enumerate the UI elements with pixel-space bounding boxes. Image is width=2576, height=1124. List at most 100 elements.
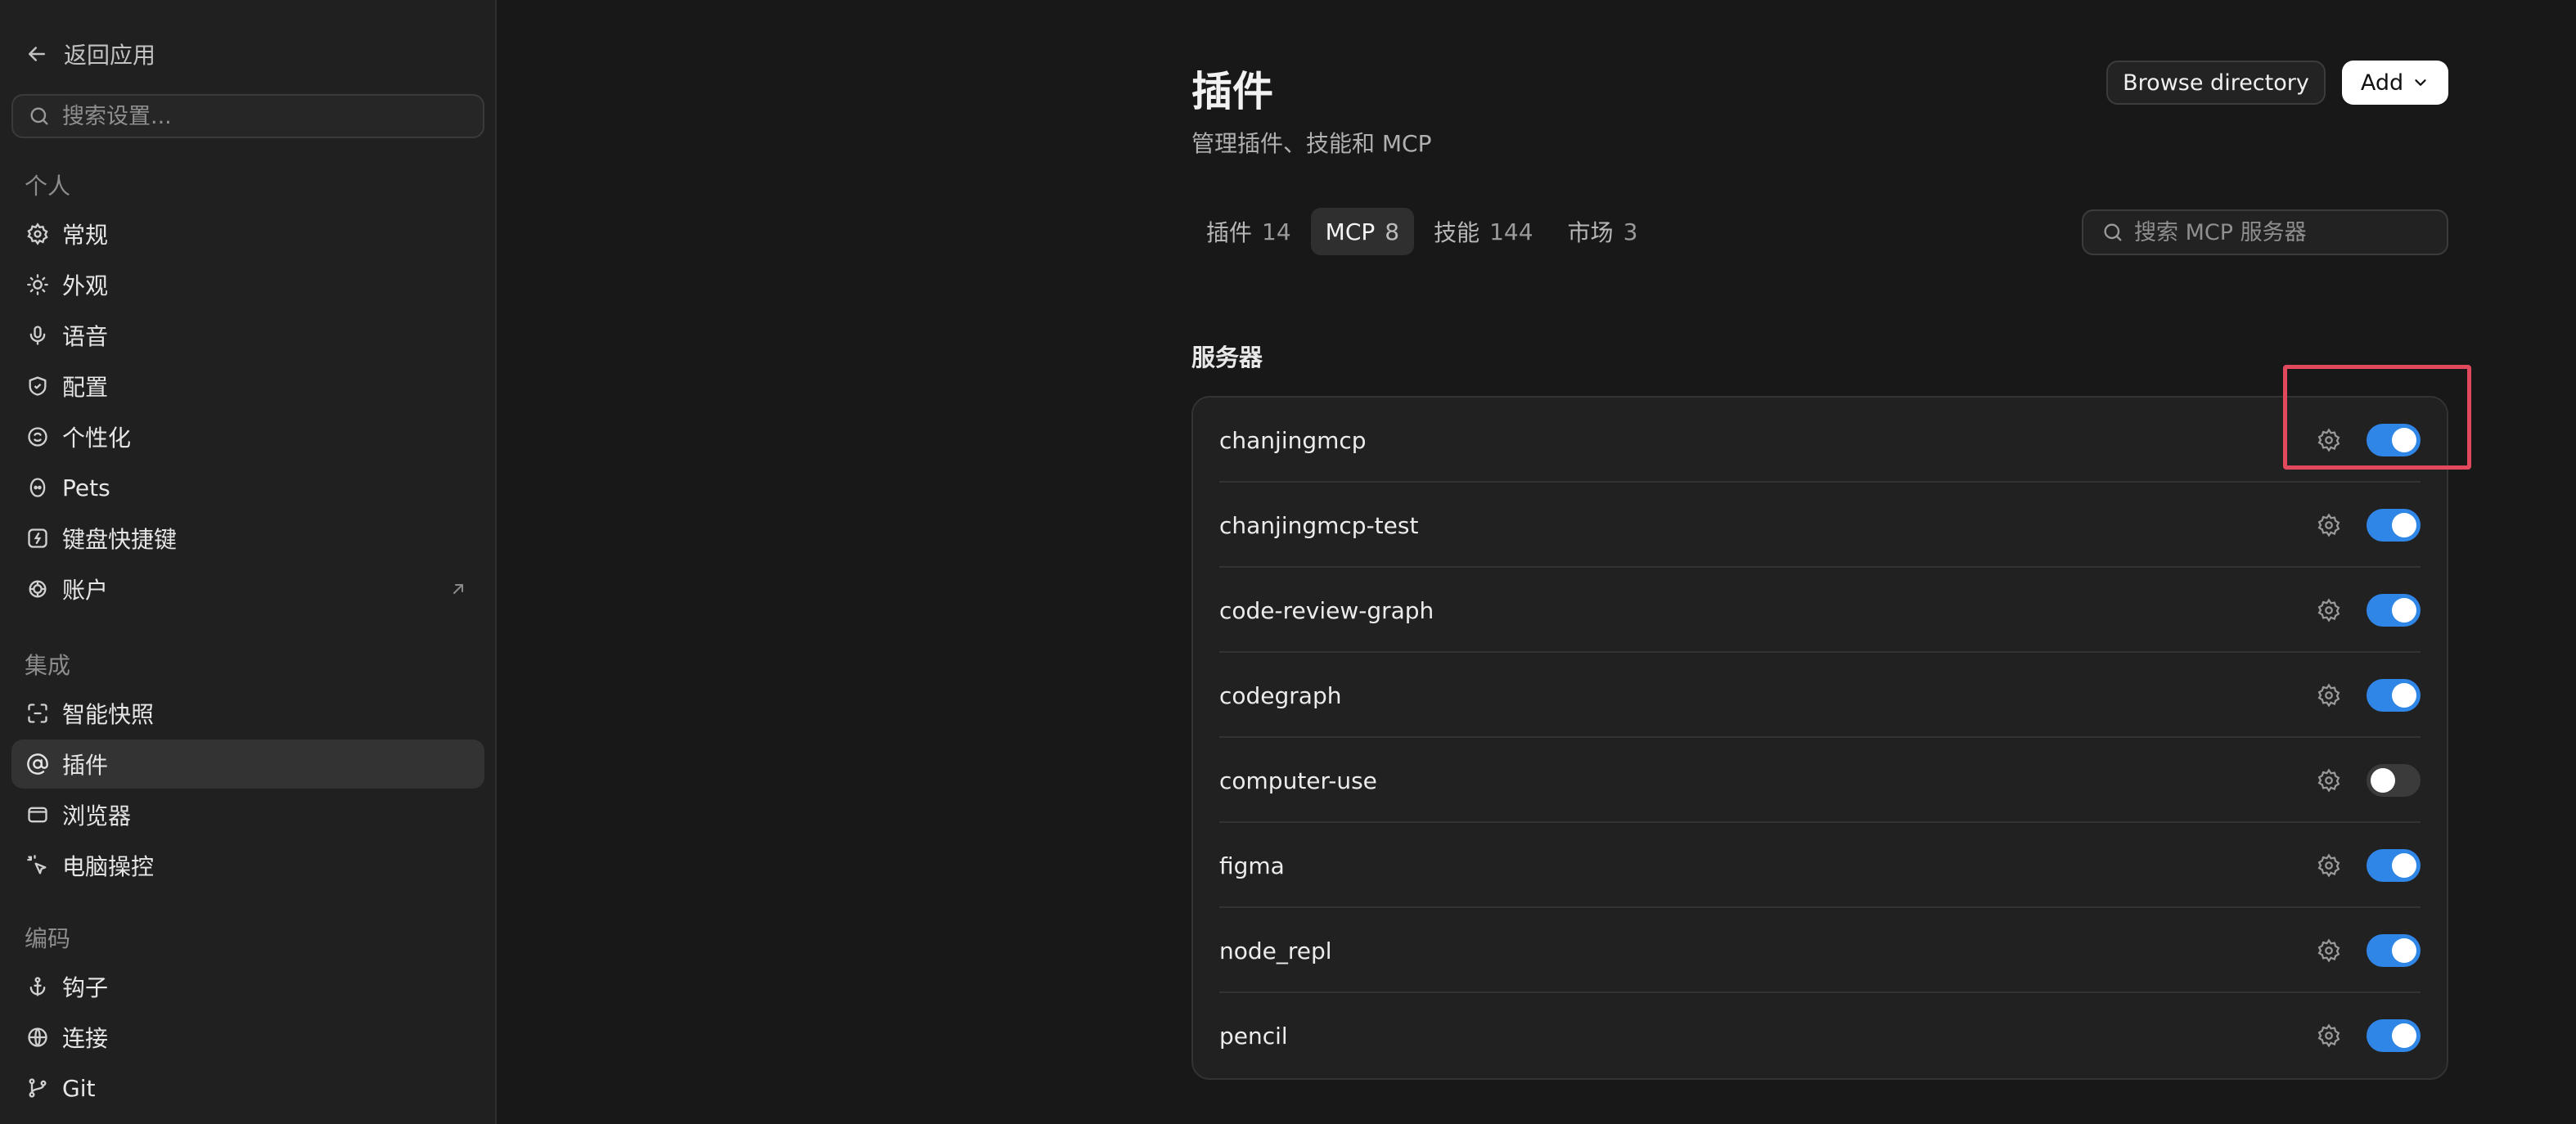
sidebar-item-browser[interactable]: 浏览器 — [11, 790, 484, 839]
server-settings-gear-icon[interactable] — [2316, 937, 2342, 964]
server-enable-toggle[interactable] — [2367, 849, 2421, 882]
search-icon — [2104, 223, 2122, 241]
sidebar-item-label: 键盘快捷键 — [62, 526, 178, 553]
personalization-icon — [26, 425, 49, 448]
settings-search[interactable] — [11, 94, 484, 138]
tab-mcp[interactable]: MCP 8 — [1310, 208, 1415, 255]
page-subtitle: 管理插件、技能和 MCP — [1191, 130, 1432, 157]
sidebar-item-computer-control[interactable]: 电脑操控 — [11, 841, 484, 890]
settings-search-input[interactable] — [62, 103, 455, 129]
microphone-icon — [26, 324, 49, 347]
tab-bar: 插件 14 MCP 8 技能 144 市场 3 — [1191, 208, 1652, 255]
server-settings-gear-icon[interactable] — [2316, 1023, 2342, 1049]
tab-label: 市场 — [1567, 219, 1614, 246]
server-enable-toggle[interactable] — [2367, 934, 2421, 967]
search-icon — [30, 107, 48, 125]
server-settings-gear-icon[interactable] — [2316, 512, 2342, 538]
server-enable-toggle[interactable] — [2367, 594, 2421, 627]
sidebar-item-label: 连接 — [62, 1025, 109, 1052]
server-settings-gear-icon[interactable] — [2316, 597, 2342, 623]
git-branch-icon — [26, 1077, 49, 1099]
toggle-knob — [2392, 853, 2416, 878]
server-name: pencil — [1219, 1022, 1288, 1050]
sidebar-item-voice[interactable]: 语音 — [11, 311, 484, 360]
sidebar: 返回应用 个人 常规 外观 语音 配置 个性化 Pets — [0, 0, 497, 1124]
server-enable-toggle[interactable] — [2367, 509, 2421, 542]
server-settings-gear-icon[interactable] — [2316, 767, 2342, 794]
external-link-icon — [453, 584, 463, 594]
sidebar-item-pets[interactable]: Pets — [11, 463, 484, 512]
server-name: codegraph — [1219, 681, 1342, 709]
section-label-personal: 个人 — [25, 173, 71, 200]
sidebar-item-hooks[interactable]: 钩子 — [11, 962, 484, 1011]
server-enable-toggle[interactable] — [2367, 764, 2421, 797]
sidebar-item-plugins[interactable]: 插件 — [11, 740, 484, 789]
tab-marketplace[interactable]: 市场 3 — [1553, 208, 1653, 255]
sidebar-item-label: Git — [62, 1074, 96, 1102]
server-enable-toggle[interactable] — [2367, 1019, 2421, 1052]
sidebar-item-label: 语音 — [62, 323, 109, 350]
toggle-knob — [2392, 598, 2416, 623]
sidebar-item-label: 账户 — [62, 577, 109, 604]
browser-icon — [26, 803, 49, 826]
sidebar-item-label: 配置 — [62, 374, 109, 401]
sidebar-item-label: 浏览器 — [62, 803, 132, 830]
mcp-search[interactable] — [2082, 209, 2448, 255]
sidebar-item-personalization[interactable]: 个性化 — [11, 412, 484, 461]
sidebar-item-label: 外观 — [62, 272, 109, 299]
mcp-search-input[interactable] — [2134, 219, 2445, 245]
keyboard-shortcut-icon — [26, 527, 49, 550]
server-row: code-review-graph — [1193, 568, 2447, 653]
server-row: chanjingmcp — [1193, 398, 2447, 483]
at-icon — [26, 753, 49, 776]
tab-plugins[interactable]: 插件 14 — [1191, 208, 1306, 255]
sidebar-item-label: 个性化 — [62, 425, 132, 452]
toggle-knob — [2392, 513, 2416, 537]
server-enable-toggle[interactable] — [2367, 679, 2421, 712]
settings-window: 返回应用 个人 常规 外观 语音 配置 个性化 Pets — [0, 0, 2576, 1124]
sidebar-item-general[interactable]: 常规 — [11, 209, 484, 259]
sidebar-item-label: 插件 — [62, 752, 109, 779]
account-icon — [26, 578, 49, 600]
servers-heading: 服务器 — [1191, 344, 1263, 371]
arrow-left-icon — [29, 47, 45, 61]
sidebar-item-git[interactable]: Git — [11, 1063, 484, 1113]
sidebar-item-account[interactable]: 账户 — [11, 564, 484, 614]
server-list: chanjingmcp chanjingmcp-test code-review-g… — [1191, 396, 2448, 1080]
tab-count: 14 — [1262, 218, 1291, 245]
sidebar-item-config[interactable]: 配置 — [11, 362, 484, 411]
server-name: computer-use — [1219, 767, 1377, 794]
pet-icon — [26, 476, 49, 499]
toggle-knob — [2392, 683, 2416, 708]
server-settings-gear-icon[interactable] — [2316, 852, 2342, 879]
server-settings-gear-icon[interactable] — [2316, 682, 2342, 708]
sidebar-item-appearance[interactable]: 外观 — [11, 260, 484, 309]
sidebar-item-connections[interactable]: 连接 — [11, 1013, 484, 1062]
server-name: figma — [1219, 852, 1285, 879]
sidebar-item-smart-snapshot[interactable]: 智能快照 — [11, 689, 484, 738]
highlight-annotation — [2283, 365, 2471, 470]
sidebar-item-keyboard-shortcuts[interactable]: 键盘快捷键 — [11, 514, 484, 563]
tab-label: 技能 — [1434, 219, 1480, 246]
back-to-app-link[interactable]: 返回应用 — [25, 38, 155, 70]
tab-count: 3 — [1623, 218, 1638, 245]
browse-directory-button[interactable]: Browse directory — [2106, 61, 2326, 105]
sidebar-item-label: 电脑操控 — [62, 853, 155, 880]
sidebar-item-label: 常规 — [62, 222, 109, 249]
section-label-integrations: 集成 — [25, 652, 71, 679]
toggle-knob — [2371, 768, 2395, 793]
server-row: computer-use — [1193, 738, 2447, 823]
server-name: node_repl — [1219, 937, 1332, 964]
shield-icon — [26, 375, 49, 398]
server-row: codegraph — [1193, 653, 2447, 738]
back-label: 返回应用 — [64, 42, 156, 69]
toggle-knob — [2392, 1023, 2416, 1048]
tab-label: MCP — [1325, 218, 1376, 245]
server-name: code-review-graph — [1219, 596, 1434, 624]
add-button[interactable]: Add — [2342, 61, 2448, 105]
sidebar-item-label: 智能快照 — [62, 701, 155, 728]
page-title: 插件 — [1191, 68, 1273, 115]
anchor-icon — [26, 975, 49, 998]
tab-skills[interactable]: 技能 144 — [1419, 208, 1547, 255]
gear-icon — [26, 223, 49, 245]
